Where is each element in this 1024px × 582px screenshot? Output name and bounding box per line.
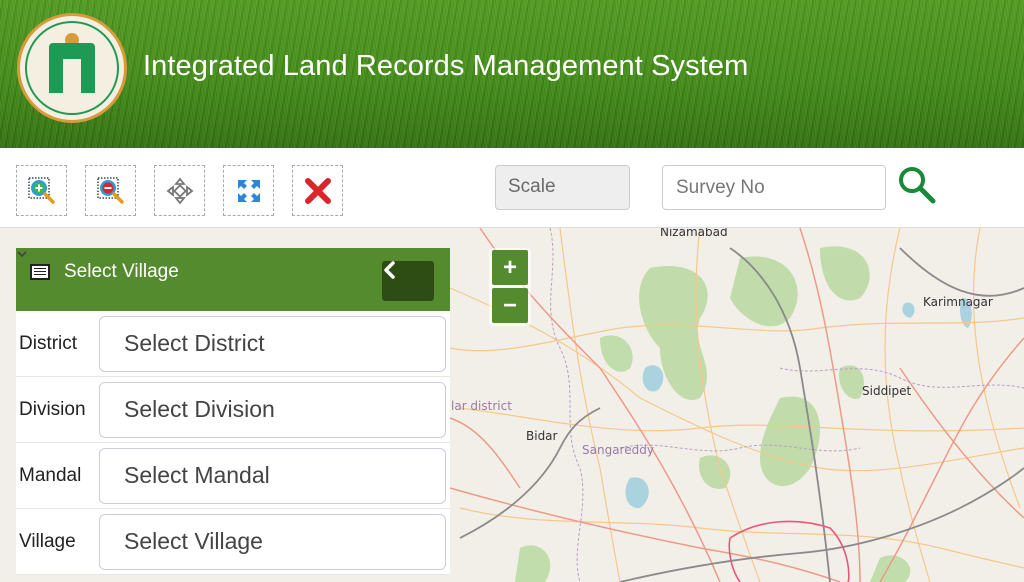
village-row: Village Select Village [16,251,450,575]
map-label-bidar: Bidar [526,429,558,443]
mandal-select[interactable]: Select Mandal [17,251,446,504]
full-extent-icon [237,179,260,202]
panel-title: Select Village [64,260,179,282]
chevron-down-icon [17,251,27,258]
map-canvas[interactable]: Nizamabad Karimnagar Siddipet Bidar Sang… [0,228,1024,582]
map-toolbar: Scale [0,148,1024,228]
village-select-value: Select Village [124,528,263,554]
mandal-label: Mandal [19,464,82,486]
district-label: District [19,332,78,354]
search-icon [899,167,936,204]
survey-no-input[interactable] [662,165,886,210]
pan-button[interactable] [154,165,205,216]
division-select-value: Select Division [124,396,275,422]
map-label-sangareddy: Sangareddy [582,443,654,457]
search-button[interactable] [896,164,940,208]
app-title: Integrated Land Records Management Syste… [143,50,749,82]
list-icon [30,263,50,280]
zoom-in-box-icon [27,176,55,204]
district-row: District Select District [16,251,450,377]
map-zoom-out-button[interactable]: − [492,288,528,323]
telangana-emblem-logo [17,13,127,123]
mandal-row: Mandal Select Mandal [16,251,450,509]
map-zoom-control: + − [489,248,531,326]
map-label-karimnagar: Karimnagar [923,295,993,309]
district-select[interactable]: Select District [17,251,446,372]
pan-icon [166,177,193,204]
app-header: Integrated Land Records Management Syste… [0,0,1024,148]
zoom-out-box-button[interactable] [85,165,136,216]
chevron-left-icon [384,261,395,279]
select-village-panel: Select Village District Select District … [16,248,450,575]
village-select[interactable]: Select Village [17,251,446,570]
division-row: Division Select Division [16,251,450,443]
panel-header: Select Village [16,248,450,311]
close-icon [304,177,331,204]
scale-display: Scale [495,165,630,210]
district-select-value: Select District [124,330,265,356]
map-label-siddipet: Siddipet [862,384,912,398]
division-select[interactable]: Select Division [17,251,446,438]
full-extent-button[interactable] [223,165,274,216]
division-label: Division [19,398,86,420]
zoom-in-box-button[interactable] [16,165,67,216]
mandal-select-value: Select Mandal [124,462,270,488]
map-label-nizamabad: Nizamabad [660,228,728,239]
village-label: Village [19,530,76,552]
map-label-district: lar district [451,399,512,413]
clear-button[interactable] [292,165,343,216]
collapse-panel-button[interactable] [382,261,434,301]
zoom-out-box-icon [96,176,124,204]
map-zoom-in-button[interactable]: + [492,250,528,285]
